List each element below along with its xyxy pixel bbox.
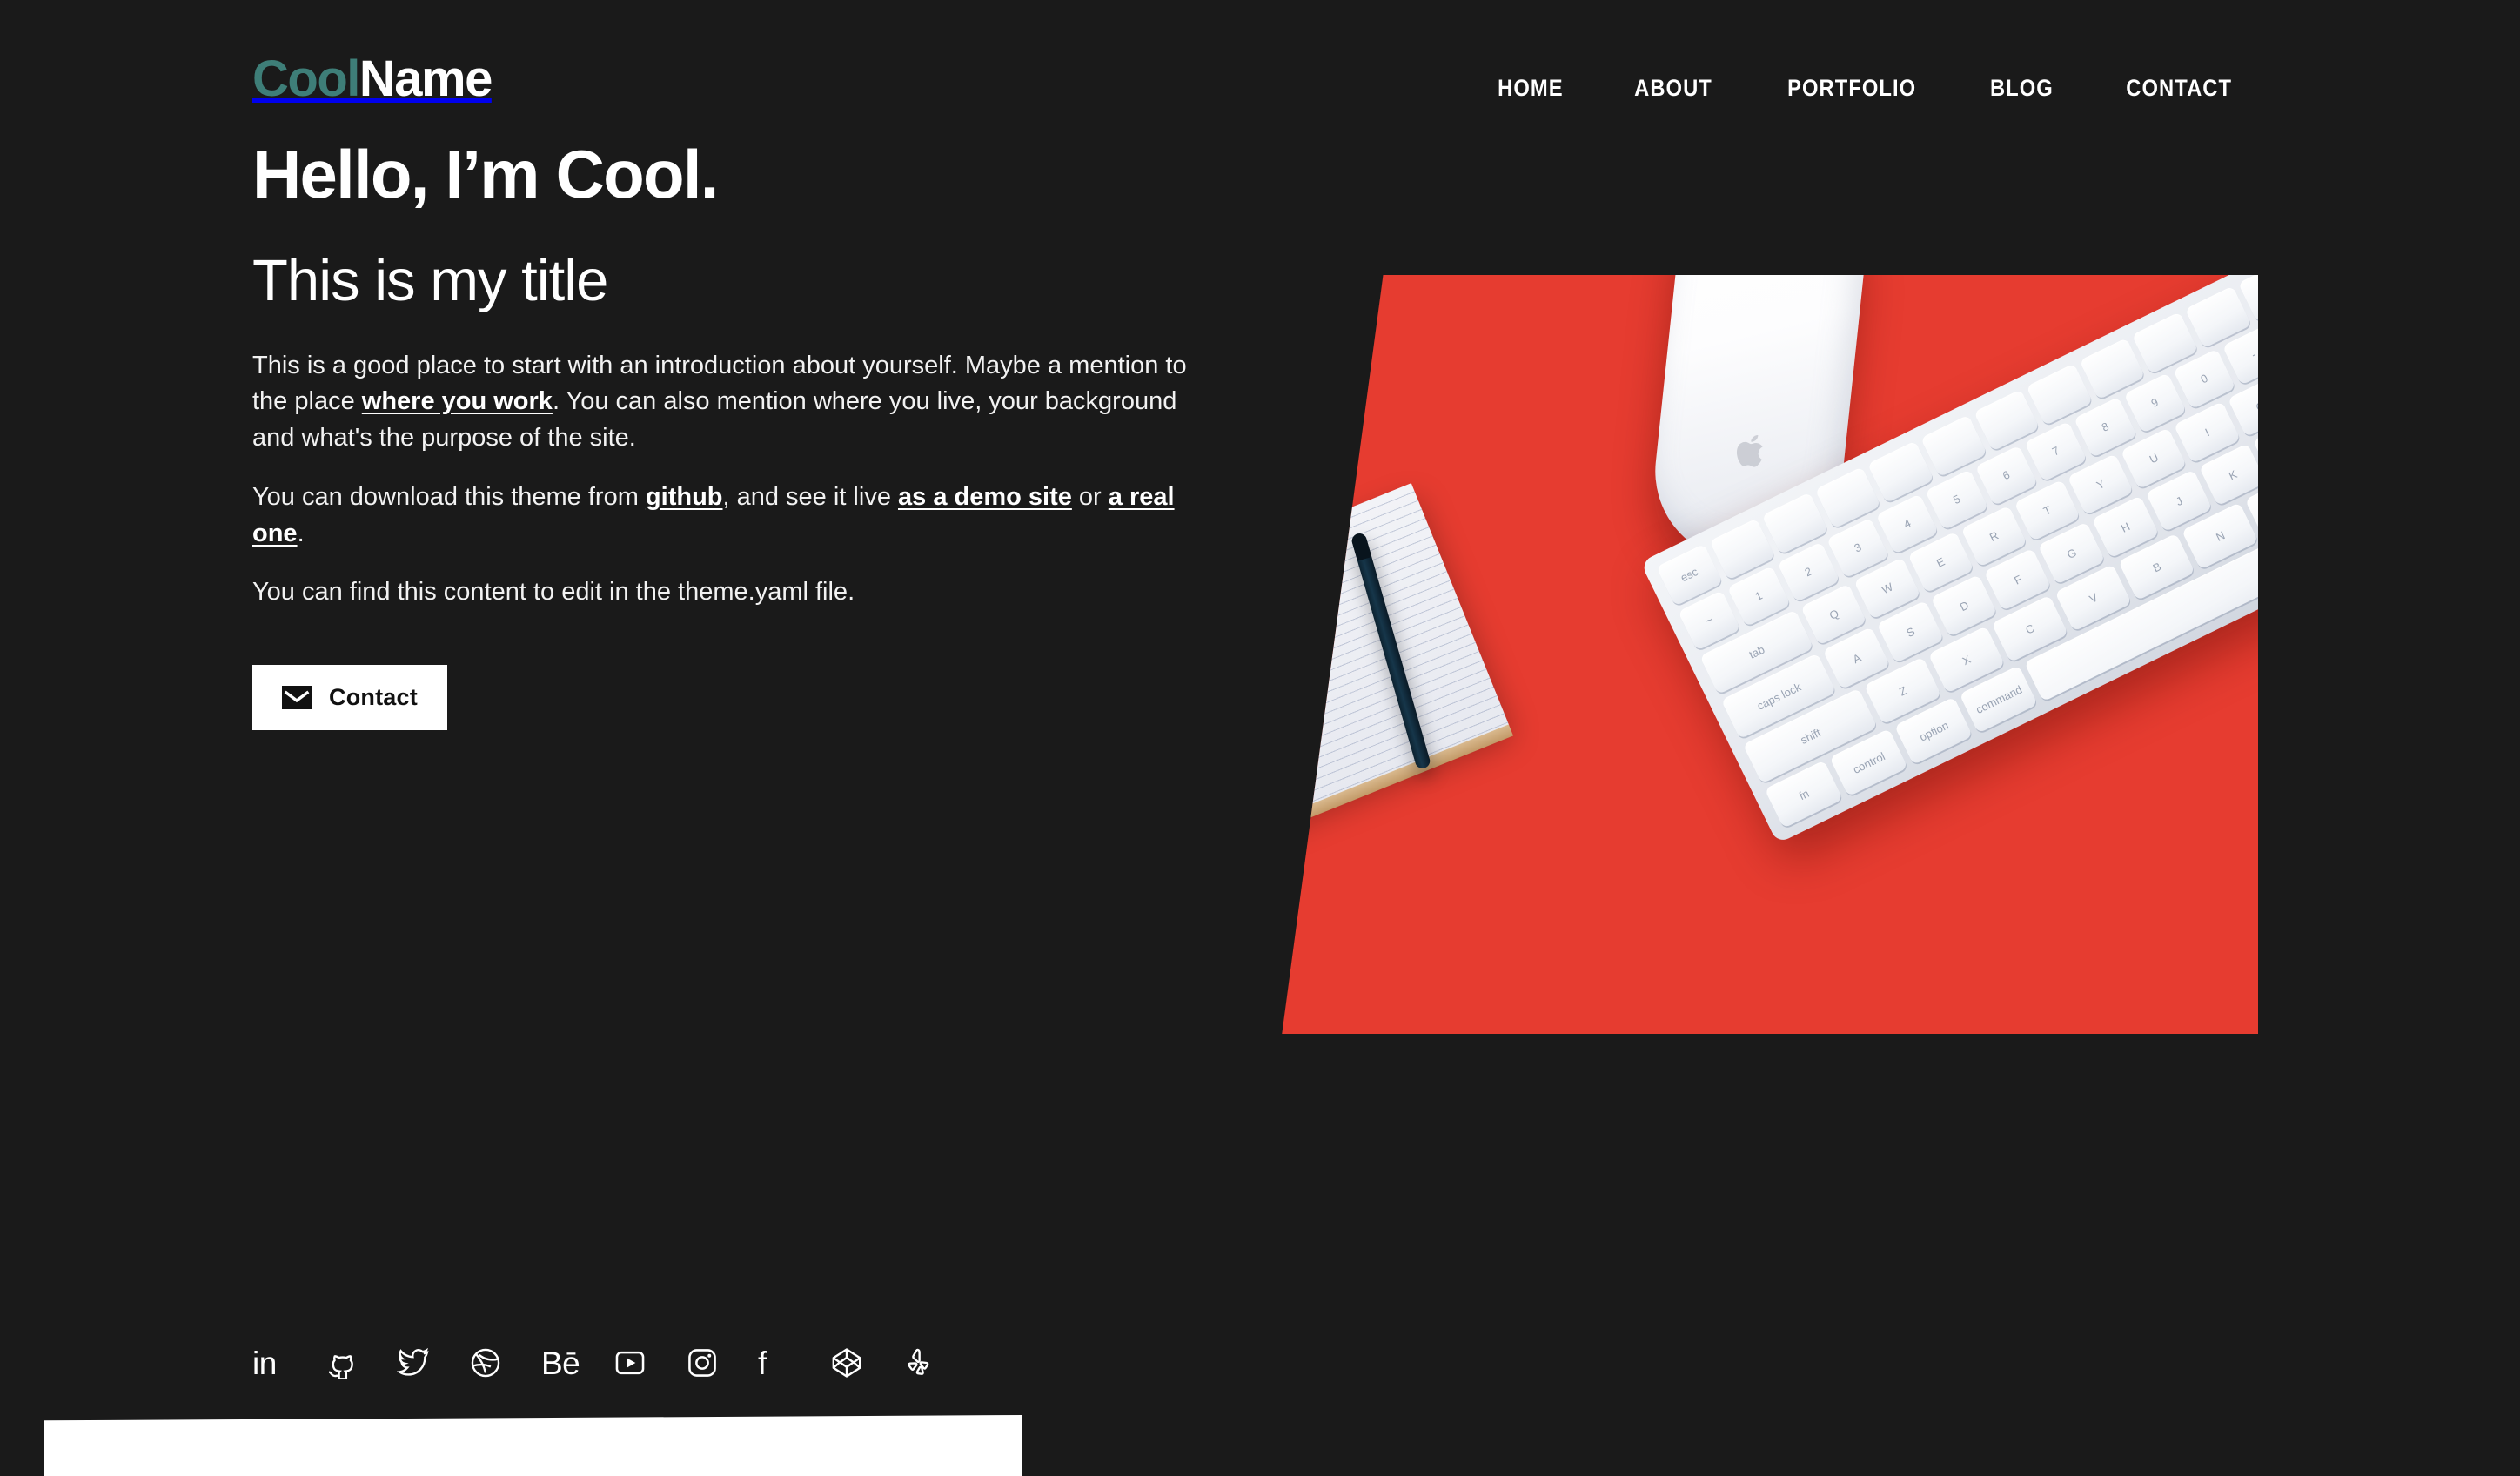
nav-item-about[interactable]: ABOUT [1607,75,1739,102]
hero-content: Hello, I’m Cool. This is my title This i… [252,136,1227,731]
page-title: Hello, I’m Cool. [252,136,719,212]
social-link-dribbble[interactable] [469,1337,541,1389]
link-github[interactable]: github [646,483,723,511]
social-link-twitter[interactable] [397,1337,469,1389]
social-link-yelp[interactable] [902,1337,975,1389]
nav-item-home[interactable]: HOME [1471,75,1590,102]
link-demo-site[interactable]: as a demo site [898,483,1072,511]
nav-item-portfolio[interactable]: PORTFOLIO [1760,75,1943,102]
intro-paragraph-2: You can download this theme from github,… [252,480,1218,553]
link-where-you-work[interactable]: where you work [362,387,553,415]
behance-icon: Bē [541,1345,580,1381]
dribbble-icon [469,1346,502,1379]
social-link-github[interactable] [325,1337,397,1389]
social-links: in Bē f [252,1337,975,1389]
main-navigation: HOME ABOUT PORTFOLIO BLOG CONTACT [1463,75,2269,102]
twitter-icon [397,1346,430,1379]
social-link-youtube[interactable] [613,1337,686,1389]
hero-photo-background: esc ~ 1 2 3 4 5 6 7 8 9 0 - tab Q W E R … [1282,275,2258,1034]
github-icon [325,1346,358,1379]
next-section-panel [44,1415,1022,1476]
linkedin-icon: in [252,1345,277,1381]
social-link-codepen[interactable] [830,1337,902,1389]
social-link-behance[interactable]: Bē [541,1337,613,1389]
facebook-icon: f [758,1345,767,1381]
logo-text-primary: Cool [252,50,360,107]
site-header: CoolName HOME ABOUT PORTFOLIO BLOG CONTA… [0,0,2520,131]
mail-icon [282,686,312,710]
codepen-icon [830,1346,863,1379]
youtube-icon [613,1346,647,1379]
paragraph-2-text-d: . [297,519,305,547]
page-subtitle: This is my title [252,247,608,313]
intro-paragraph-1: This is a good place to start with an in… [252,348,1218,457]
social-link-facebook[interactable]: f [758,1337,830,1389]
yelp-icon [902,1346,935,1379]
contact-button-label: Contact [329,684,418,711]
instagram-icon [686,1346,719,1379]
paragraph-2-text-a: You can download this theme from [252,482,646,511]
nav-item-blog[interactable]: BLOG [1963,75,2080,102]
paragraph-2-text-b: , and see it live [722,482,898,511]
hero-image: esc ~ 1 2 3 4 5 6 7 8 9 0 - tab Q W E R … [1282,275,2258,1034]
social-link-instagram[interactable] [686,1337,758,1389]
site-logo[interactable]: CoolName [252,54,493,104]
social-link-linkedin[interactable]: in [252,1337,325,1389]
paragraph-2-text-c: or [1071,482,1109,511]
intro-paragraph-3: You can find this content to edit in the… [252,578,855,607]
apple-logo-icon [1732,430,1769,473]
nav-item-contact[interactable]: CONTACT [2099,75,2258,102]
contact-button[interactable]: Contact [252,665,447,731]
logo-text-secondary: Name [359,50,493,107]
